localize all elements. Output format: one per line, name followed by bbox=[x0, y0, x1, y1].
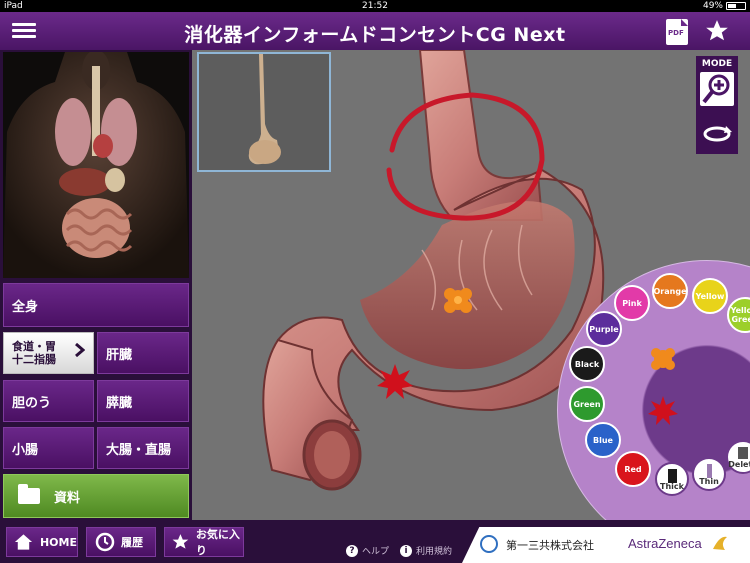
delete-label: Delete bbox=[728, 460, 750, 469]
nav-colon-rectum-label: 大腸・直腸 bbox=[106, 442, 172, 458]
color-swatch-orange[interactable]: Orange bbox=[652, 273, 688, 309]
daiichi-sankyo-logo bbox=[480, 535, 498, 553]
nav-small-intestine-label: 小腸 bbox=[12, 442, 39, 458]
home-label: HOME bbox=[39, 535, 77, 549]
color-swatch-red[interactable]: Red bbox=[615, 451, 651, 487]
color-swatch-label: Blue bbox=[593, 435, 613, 445]
astrazeneca-logo bbox=[713, 536, 727, 550]
pdf-button[interactable]: PDF bbox=[666, 19, 688, 45]
battery-icon bbox=[726, 2, 746, 10]
thin-stroke-button[interactable]: Thin bbox=[692, 457, 726, 491]
favorite-star-button[interactable] bbox=[704, 18, 730, 44]
nav-esophagus-label-2: 十二指腸 bbox=[12, 353, 56, 366]
nav-small-intestine[interactable]: 小腸 bbox=[3, 427, 94, 469]
zoom-mode-button[interactable] bbox=[700, 72, 734, 106]
color-swatch-label: Yellow Green bbox=[730, 306, 750, 324]
favorites-label: お気に入り bbox=[195, 528, 240, 557]
thin-label: Thin bbox=[699, 477, 719, 486]
nav-esophagus-label-1: 食道・胃 bbox=[12, 340, 56, 353]
star-icon bbox=[706, 20, 728, 41]
info-icon: i bbox=[400, 544, 412, 557]
nav-whole-body[interactable]: 全身 bbox=[3, 283, 189, 327]
nav-liver-label: 肝臓 bbox=[106, 347, 133, 363]
history-button[interactable]: 履歴 bbox=[86, 527, 156, 557]
nav-gallbladder-label: 胆のう bbox=[12, 395, 52, 411]
nav-whole-body-label: 全身 bbox=[12, 299, 39, 315]
documents-button[interactable]: 資料 bbox=[3, 474, 189, 518]
color-swatch-purple[interactable]: Purple bbox=[586, 311, 622, 347]
thick-label: Thick bbox=[660, 482, 684, 491]
nav-colon-rectum[interactable]: 大腸・直腸 bbox=[97, 427, 189, 469]
zoom-in-icon bbox=[702, 74, 730, 104]
home-icon bbox=[14, 534, 33, 550]
body-thumbnail[interactable] bbox=[3, 52, 189, 278]
orientation-minimap[interactable] bbox=[197, 52, 331, 172]
terms-label: 利用規約 bbox=[416, 547, 453, 557]
status-time: 21:52 bbox=[362, 1, 388, 11]
minimap-stomach-image bbox=[248, 54, 281, 165]
battery-percent: 49% bbox=[702, 1, 723, 11]
color-swatch-black[interactable]: Black bbox=[569, 346, 605, 382]
color-swatch-label: Purple bbox=[589, 324, 619, 334]
rotate-icon bbox=[703, 126, 732, 142]
color-swatch-label: Black bbox=[574, 359, 600, 369]
app-root: iPad 21:52 49% 消化器インフォームドコンセントCG Next PD… bbox=[0, 0, 750, 563]
history-icon bbox=[95, 532, 115, 552]
palette-preview-markers bbox=[648, 348, 678, 425]
sponsor-banner: 第一三共株式会社 AstraZeneca bbox=[462, 527, 750, 563]
terms-link[interactable]: i 利用規約 bbox=[400, 544, 452, 557]
favorites-star-icon bbox=[172, 534, 189, 549]
color-swatch-label: Red bbox=[624, 464, 642, 474]
rotate-mode-button[interactable] bbox=[700, 120, 734, 148]
app-header: 消化器インフォームドコンセントCG Next PDF bbox=[0, 12, 750, 50]
pdf-icon: PDF bbox=[668, 29, 684, 37]
nav-liver[interactable]: 肝臓 bbox=[97, 332, 189, 374]
help-link[interactable]: ? ヘルプ bbox=[346, 544, 389, 557]
chevron-right-icon bbox=[75, 343, 85, 357]
folder-icon bbox=[18, 484, 40, 504]
color-swatch-green[interactable]: Green bbox=[569, 386, 605, 422]
documents-label: 資料 bbox=[54, 490, 81, 506]
nav-pancreas-label: 膵臓 bbox=[106, 395, 133, 411]
nav-gallbladder[interactable]: 胆のう bbox=[3, 380, 94, 422]
color-swatch-label: Yellow bbox=[695, 291, 725, 301]
status-bar: iPad 21:52 49% bbox=[0, 0, 750, 12]
color-swatch-pink[interactable]: Pink bbox=[614, 285, 650, 321]
color-swatch-label: Orange bbox=[653, 286, 687, 296]
app-title: 消化器インフォームドコンセントCG Next bbox=[184, 24, 566, 46]
color-swatch-blue[interactable]: Blue bbox=[585, 422, 621, 458]
help-icon: ? bbox=[346, 544, 358, 557]
favorites-button[interactable]: お気に入り bbox=[164, 527, 244, 557]
nav-pancreas[interactable]: 膵臓 bbox=[97, 380, 189, 422]
color-swatch-yellow[interactable]: Yellow bbox=[692, 278, 728, 314]
battery-status: 49% bbox=[703, 0, 746, 12]
mode-panel: MODE bbox=[696, 56, 738, 154]
sponsor-daiichi-sankyo: 第一三共株式会社 bbox=[506, 539, 594, 552]
sponsor-astrazeneca: AstraZeneca bbox=[628, 536, 702, 551]
help-label: ヘルプ bbox=[362, 547, 390, 557]
history-label: 履歴 bbox=[121, 536, 143, 549]
mode-label: MODE bbox=[701, 59, 733, 69]
color-swatch-label: Pink bbox=[622, 298, 642, 308]
color-swatch-label: Green bbox=[573, 399, 601, 409]
orange-marker bbox=[444, 288, 472, 313]
thick-stroke-button[interactable]: Thick bbox=[655, 462, 689, 496]
delete-button[interactable]: Delete bbox=[726, 440, 750, 474]
home-button[interactable]: HOME bbox=[6, 527, 78, 557]
anatomy-body-image bbox=[3, 52, 189, 278]
nav-esophagus-stomach-duodenum[interactable]: 食道・胃 十二指腸 bbox=[3, 332, 94, 374]
